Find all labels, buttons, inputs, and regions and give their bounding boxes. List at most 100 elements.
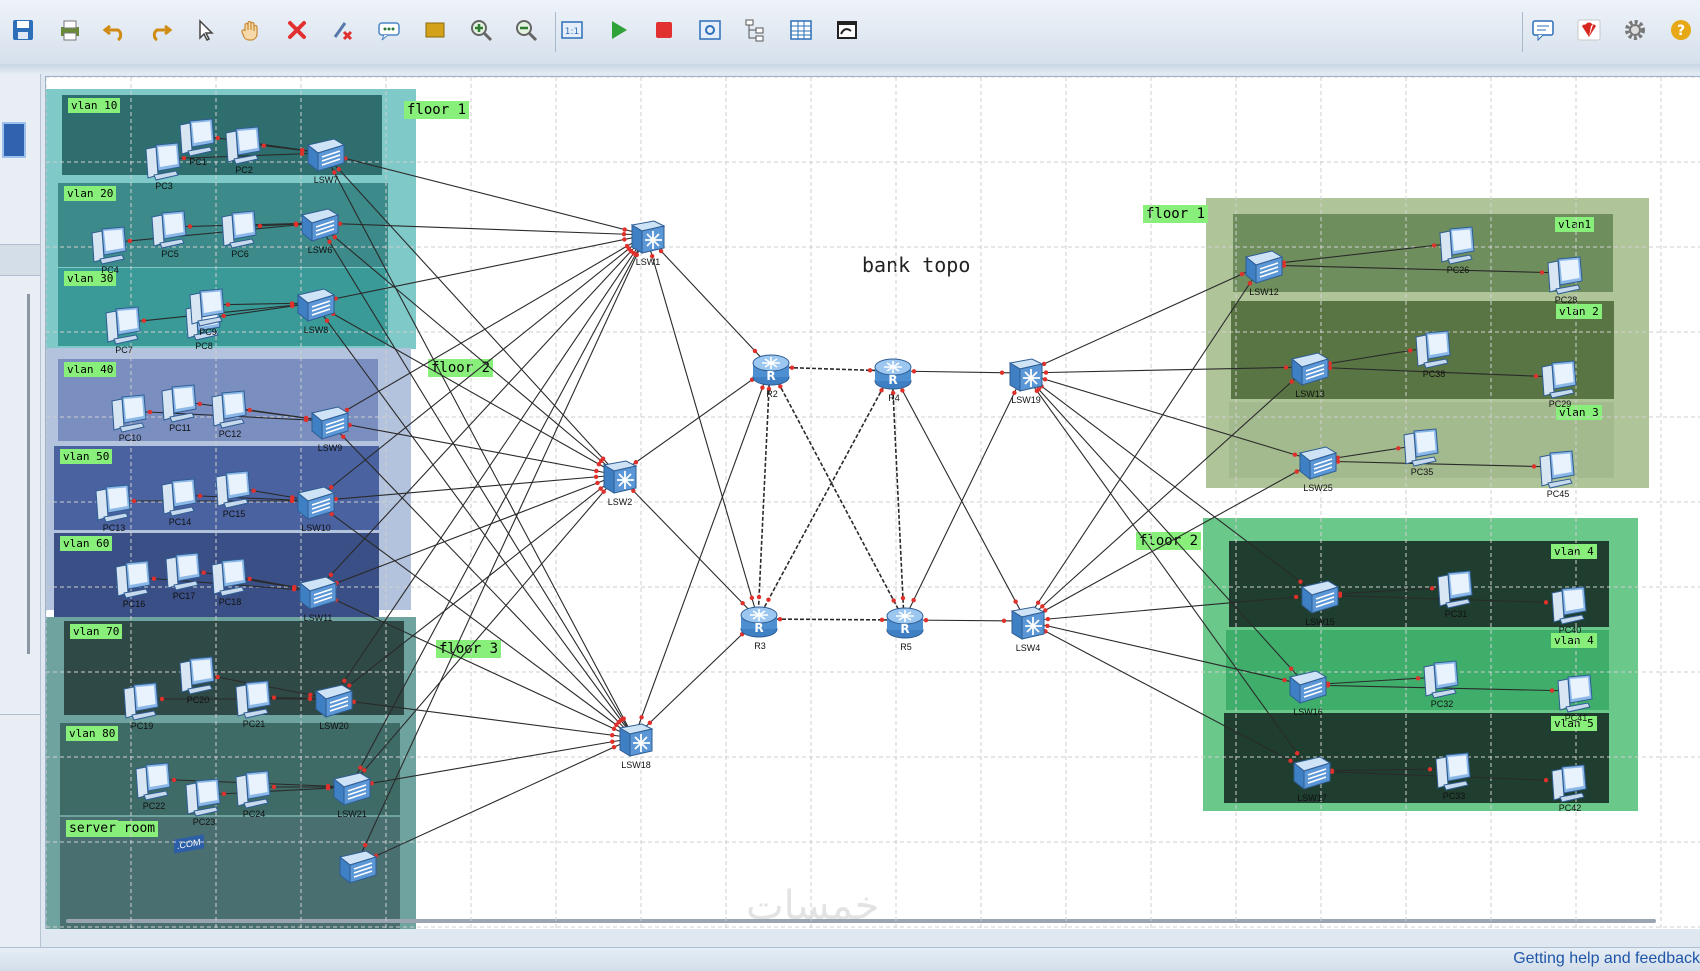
switch-device[interactable]: LSW17 xyxy=(1290,753,1334,803)
switch-device[interactable]: LSW15 xyxy=(1298,577,1342,627)
switch-device[interactable]: LSW18 xyxy=(614,720,658,770)
chat-feedback-button[interactable] xyxy=(1526,15,1560,49)
fit-1to1-button[interactable]: 1:1 xyxy=(555,15,589,49)
cli-terminal-button[interactable] xyxy=(830,15,864,49)
topology-button[interactable] xyxy=(738,15,772,49)
link-LSW9-LSW18[interactable] xyxy=(327,420,635,739)
link-R4-LSW4[interactable] xyxy=(891,370,1027,622)
link-LSW9-LSW1[interactable] xyxy=(327,234,647,422)
link-LSW8-LSW18[interactable] xyxy=(313,302,635,739)
pc-device[interactable]: PC23 xyxy=(182,777,226,827)
panel-scrollbar[interactable] xyxy=(27,294,30,654)
link-LSW11-LSW2[interactable] xyxy=(315,474,619,592)
pc-device[interactable]: PC33 xyxy=(1432,751,1476,801)
link-LSW4-LSW17[interactable] xyxy=(1025,620,1311,772)
help-feedback-link[interactable]: Getting help and feedback xyxy=(1513,950,1700,968)
redo-button[interactable] xyxy=(143,15,177,49)
pc-device[interactable]: PC41 xyxy=(1554,673,1598,723)
switch-device[interactable]: LSW25 xyxy=(1296,443,1340,493)
link-R2-R3[interactable] xyxy=(757,366,771,620)
pc-device[interactable]: PC38 xyxy=(1412,329,1456,379)
device-category-icon[interactable] xyxy=(2,122,26,158)
print-button[interactable] xyxy=(53,15,87,49)
pc-device[interactable]: PC18 xyxy=(208,557,252,607)
zoom-out-button[interactable] xyxy=(509,15,543,49)
grid-table-button[interactable] xyxy=(784,15,818,49)
switch-device[interactable]: LSW21 xyxy=(330,769,374,819)
link-LSW6-LSW2[interactable] xyxy=(317,222,619,476)
switch-device[interactable]: LSW1 xyxy=(626,217,670,267)
pc-device[interactable]: PC5 xyxy=(148,209,192,259)
pc-device[interactable]: PC3 xyxy=(142,141,186,191)
huawei-logo-button[interactable] xyxy=(1572,15,1606,49)
zoom-in-button[interactable] xyxy=(464,15,498,49)
pc-device[interactable]: PC2 xyxy=(222,125,266,175)
pc-device[interactable]: PC21 xyxy=(232,679,276,729)
link-LSW18-R2[interactable] xyxy=(633,366,771,739)
link-LSW7-LSW1[interactable] xyxy=(323,152,647,236)
link-LSW19-LSW17[interactable] xyxy=(1023,372,1311,772)
link-LSW6-LSW18[interactable] xyxy=(317,222,635,739)
pc-device[interactable]: PC22 xyxy=(132,761,176,811)
start-device-button[interactable] xyxy=(601,15,635,49)
switch-device[interactable]: LSW20 xyxy=(312,681,356,731)
pc-device[interactable]: PC19 xyxy=(120,681,164,731)
link-LSW6-LSW1[interactable] xyxy=(317,222,647,236)
link-LSW7-LSW18[interactable] xyxy=(323,152,635,739)
link-LSW8-LSW1[interactable] xyxy=(313,234,647,304)
switch-device[interactable]: LSW9 xyxy=(308,403,352,453)
text-note-button[interactable] xyxy=(372,15,406,49)
delete-button[interactable] xyxy=(280,15,314,49)
pc-device[interactable]: PC32 xyxy=(1420,659,1464,709)
switch-device[interactable] xyxy=(336,847,380,897)
switch-device[interactable]: LSW10 xyxy=(294,483,338,533)
pc-device[interactable]: PC29 xyxy=(1538,359,1582,409)
switch-device[interactable]: LSW4 xyxy=(1006,603,1050,653)
link-LSW4-LSW16[interactable] xyxy=(1025,620,1307,686)
pc-device[interactable]: PC26 xyxy=(1436,225,1480,275)
pc-device[interactable]: PC16 xyxy=(112,559,156,609)
switch-device[interactable]: LSW6 xyxy=(298,205,342,255)
link-LSW20-LSW2[interactable] xyxy=(331,474,619,700)
link-LSW4-LSW13[interactable] xyxy=(1025,366,1309,622)
router-device[interactable]: R R5 xyxy=(884,602,928,652)
pc-device[interactable]: PC42 xyxy=(1548,763,1592,813)
pc-device[interactable]: PC11 xyxy=(158,383,202,433)
pc-device[interactable]: PC6 xyxy=(218,209,262,259)
link-LSW4-LSW25[interactable] xyxy=(1025,460,1317,622)
link-LSW4-LSW15[interactable] xyxy=(1025,594,1319,622)
pc-device[interactable]: PC4 xyxy=(88,225,132,275)
pc-device[interactable]: PC15 xyxy=(212,469,256,519)
pc-device[interactable]: PC31 xyxy=(1434,569,1478,619)
router-device[interactable]: R R4 xyxy=(872,353,916,403)
pc-device[interactable]: PC28 xyxy=(1544,255,1588,305)
pc-device[interactable]: PC17 xyxy=(162,551,206,601)
link-LSW11-LSW1[interactable] xyxy=(315,234,647,592)
pc-device[interactable]: PC10 xyxy=(108,393,152,443)
settings-gear-button[interactable] xyxy=(1618,15,1652,49)
switch-device[interactable]: LSW7 xyxy=(304,135,348,185)
select-pointer-button[interactable] xyxy=(188,15,222,49)
link-LSW10-LSW1[interactable] xyxy=(313,234,647,502)
save-button[interactable] xyxy=(6,15,40,49)
link-LSW22-LSW1[interactable] xyxy=(355,234,647,866)
pc-device[interactable]: PC45 xyxy=(1536,449,1580,499)
delete-link-button[interactable] xyxy=(326,15,360,49)
stop-device-button[interactable] xyxy=(647,15,681,49)
link-LSW9-LSW2[interactable] xyxy=(327,420,619,476)
link-R2-R5[interactable] xyxy=(769,366,905,621)
switch-device[interactable]: LSW13 xyxy=(1288,349,1332,399)
link-R4-R3[interactable] xyxy=(757,370,893,620)
pc-device[interactable]: PC24 xyxy=(232,769,276,819)
link-LSW19-LSW13[interactable] xyxy=(1023,366,1309,374)
pc-device[interactable]: PC13 xyxy=(92,483,136,533)
link-LSW7-LSW2[interactable] xyxy=(323,152,619,476)
topology-canvas[interactable]: floor 1floor 2floor 3floor 1floor 2vlan … xyxy=(45,76,1700,929)
switch-device[interactable]: LSW19 xyxy=(1004,355,1048,405)
rectangle-button[interactable] xyxy=(418,15,452,49)
link-LSW11-LSW18[interactable] xyxy=(315,590,635,739)
pc-device[interactable]: PC14 xyxy=(158,477,202,527)
switch-device[interactable]: LSW8 xyxy=(294,285,338,335)
link-LSW10-LSW2[interactable] xyxy=(313,474,619,502)
router-device[interactable]: R R3 xyxy=(738,601,782,651)
